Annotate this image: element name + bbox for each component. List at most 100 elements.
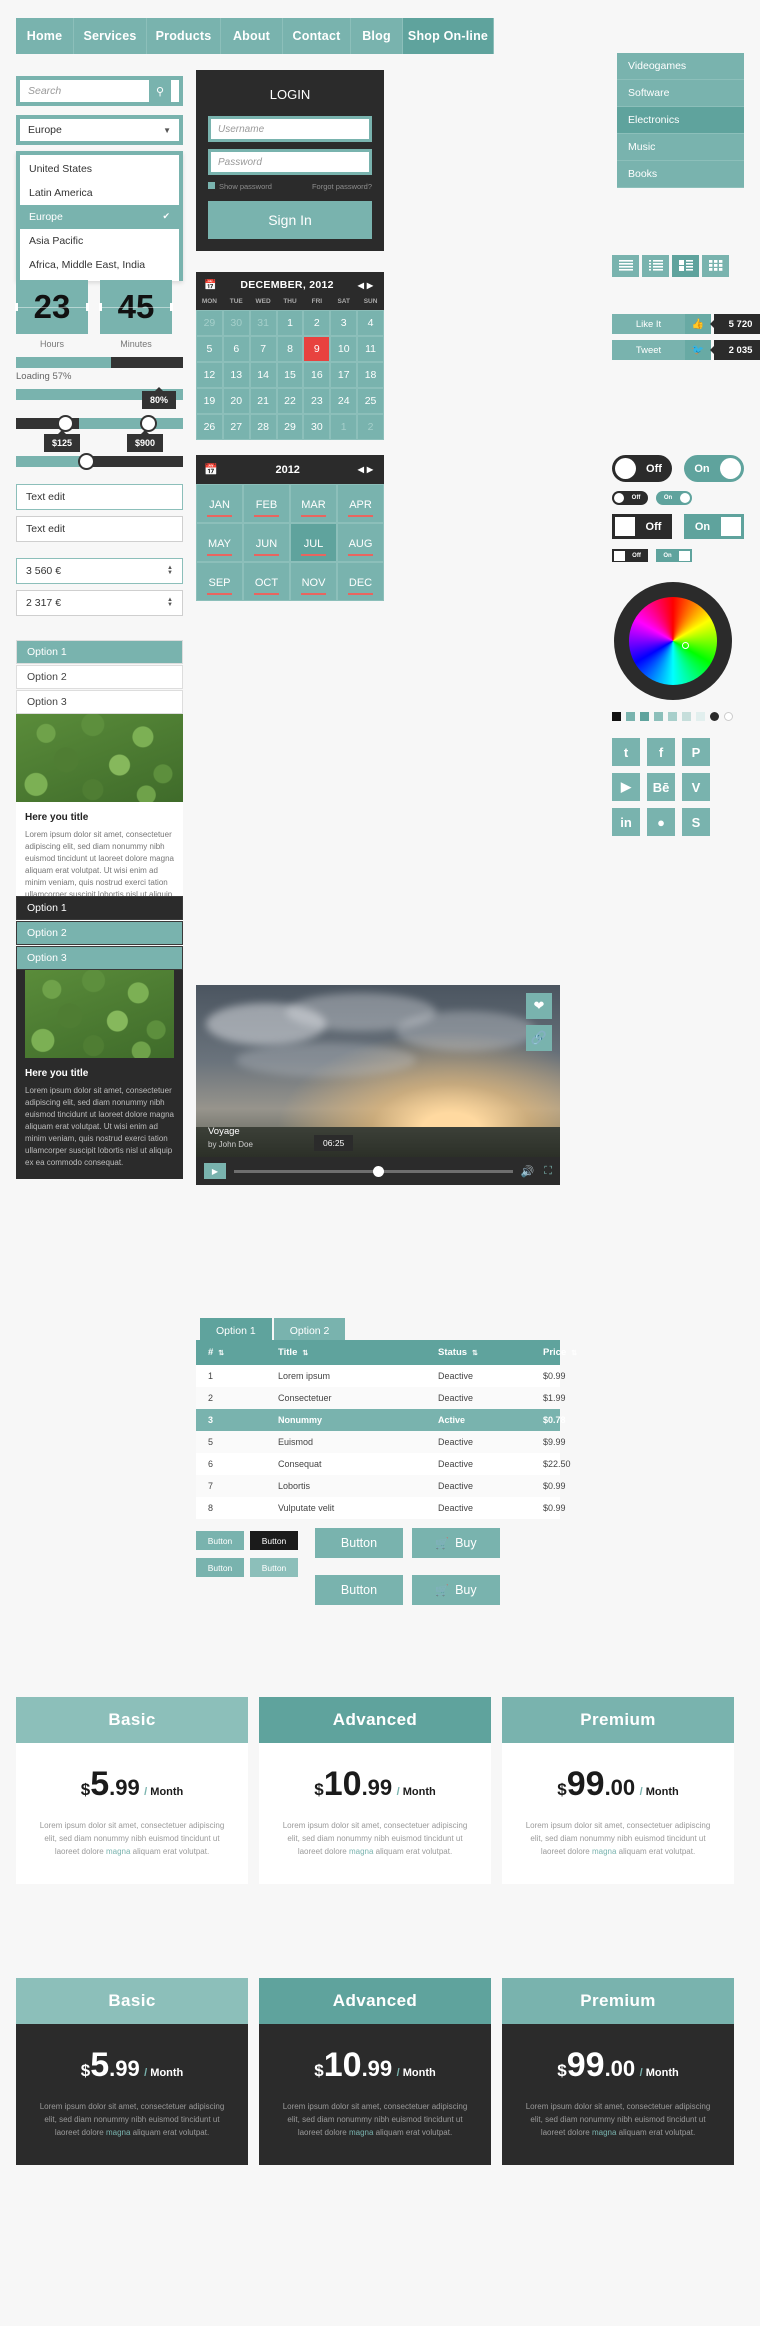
sort-icon[interactable]: ⇅ (472, 1350, 478, 1357)
vimeo-icon[interactable]: V (682, 773, 710, 801)
dropdown-option-asia-pacific[interactable]: Asia Pacific (20, 229, 179, 253)
skype-icon[interactable]: S (682, 808, 710, 836)
buy-button-2[interactable]: 🛒 Buy (412, 1528, 500, 1558)
grid-icon[interactable] (702, 255, 729, 277)
calendar-day[interactable]: 30 (303, 414, 331, 440)
dropdown-option-africa-middle-east-india[interactable]: Africa, Middle East, India (20, 253, 179, 277)
thumbs-up-icon[interactable]: 👍 (685, 314, 711, 334)
toggle-off-large[interactable]: Off (612, 455, 672, 482)
list-bullet-icon[interactable] (642, 255, 669, 277)
sort-icon[interactable]: ⇅ (218, 1350, 224, 1357)
calendar-day[interactable]: 11 (357, 336, 384, 362)
nav-item-products[interactable]: Products (147, 18, 221, 54)
counter-like-it[interactable]: Like It 👍 5 720 (612, 314, 760, 334)
month-feb[interactable]: FEB (243, 484, 290, 523)
calendar-day[interactable]: 29 (196, 310, 223, 336)
calendar-day[interactable]: 23 (303, 388, 331, 414)
play-icon[interactable]: ▶ (204, 1163, 226, 1179)
text-edit-1[interactable]: Text edit (16, 484, 183, 510)
search-input[interactable]: Search (28, 85, 61, 97)
calendar-day[interactable]: 4 (357, 310, 384, 336)
sort-icon[interactable]: ⇅ (571, 1350, 577, 1357)
calendar-day[interactable]: 15 (276, 362, 304, 388)
calendar-day[interactable]: 21 (249, 388, 277, 414)
option-button-1[interactable]: Option 1 (16, 640, 183, 664)
calendar-day[interactable]: 31 (249, 310, 277, 336)
region-dropdown-open[interactable]: United States Latin America Europe ✔ Asia Pa… (16, 151, 183, 281)
dropdown-option-latin-america[interactable]: Latin America (20, 181, 179, 205)
month-apr[interactable]: APR (337, 484, 384, 523)
dribbble-icon[interactable]: ● (647, 808, 675, 836)
nav-item-shop-on-line[interactable]: Shop On-line (403, 18, 494, 54)
calendar-day[interactable]: 6 (222, 336, 250, 362)
submenu-item-electronics[interactable]: Electronics (617, 107, 744, 134)
nav-item-services[interactable]: Services (74, 18, 147, 54)
youtube-icon[interactable]: ▶ (612, 773, 640, 801)
month-oct[interactable]: OCT (243, 562, 290, 601)
color-wheel-cursor[interactable] (682, 642, 689, 649)
toggle-on-small[interactable]: On (656, 491, 692, 505)
month-may[interactable]: MAY (196, 523, 243, 562)
calendar-day[interactable]: 14 (249, 362, 277, 388)
volume-icon[interactable]: 🔊 (521, 1165, 535, 1178)
table-row[interactable]: 8 Vulputate velit Deactive $0.99 (196, 1497, 566, 1519)
calendar-day[interactable]: 27 (222, 414, 250, 440)
table-row[interactable]: 7 Lobortis Deactive $0.99 (196, 1475, 566, 1497)
password-field[interactable]: Password (208, 149, 372, 175)
calendar-day[interactable]: 19 (196, 388, 223, 414)
behance-icon[interactable]: Bē (647, 773, 675, 801)
buy-button-4[interactable]: 🛒 Buy (412, 1575, 500, 1605)
column-header-price[interactable]: Price ⇅ (543, 1347, 577, 1358)
color-swatch[interactable] (612, 712, 621, 721)
option-button-3[interactable]: Option 3 (16, 690, 183, 714)
square-toggle-on-small[interactable]: On (656, 549, 692, 562)
stepper-icon[interactable]: ▲ ▼ (167, 597, 173, 608)
column-header-status[interactable]: Status ⇅ (438, 1347, 543, 1358)
nav-item-about[interactable]: About (221, 18, 283, 54)
calendar-day[interactable]: 5 (196, 336, 223, 362)
month-jul[interactable]: JUL (290, 523, 337, 562)
sign-in-button[interactable]: Sign In (208, 201, 372, 239)
text-edit-2[interactable]: Text edit (16, 516, 183, 542)
calendar-day[interactable]: 13 (222, 362, 250, 388)
submenu-item-software[interactable]: Software (617, 80, 744, 107)
color-swatch[interactable] (682, 712, 691, 721)
number-input-2[interactable]: 2 317 € ▲ ▼ (16, 590, 183, 616)
pinterest-icon[interactable]: P (682, 738, 710, 766)
calendar-day[interactable]: 29 (276, 414, 304, 440)
search-box[interactable]: Search ⚲ (16, 76, 183, 106)
color-swatch[interactable] (654, 712, 663, 721)
color-swatch[interactable] (640, 712, 649, 721)
calendar-day[interactable]: 2 (303, 310, 331, 336)
calendar-nav[interactable]: ◀▶ (358, 281, 376, 290)
linkedin-icon[interactable]: in (612, 808, 640, 836)
small-button-2[interactable]: Button (250, 1531, 298, 1550)
calendar-day[interactable]: 24 (330, 388, 358, 414)
search-icon[interactable]: ⚲ (149, 80, 171, 102)
small-button-4[interactable]: Button (250, 1558, 298, 1577)
calendar-day[interactable]: 18 (357, 362, 384, 388)
square-toggle-on[interactable]: On (684, 514, 744, 539)
calendar-day[interactable]: 7 (249, 336, 277, 362)
slider-1-track[interactable] (16, 418, 183, 429)
calendar-day[interactable]: 2 (357, 414, 384, 440)
calendar-day[interactable]: 3 (330, 310, 358, 336)
option-button-2[interactable]: Option 2 (16, 921, 183, 945)
color-wheel-picker[interactable] (614, 582, 732, 700)
small-button-1[interactable]: Button (196, 1531, 244, 1550)
expand-icon[interactable]: ⛶ (544, 1165, 552, 1178)
calendar-day[interactable]: 8 (276, 336, 304, 362)
nav-item-contact[interactable]: Contact (283, 18, 351, 54)
color-swatch[interactable] (696, 712, 705, 721)
twitter-icon[interactable]: t (612, 738, 640, 766)
table-row[interactable]: 1 Lorem ipsum Deactive $0.99 (196, 1365, 566, 1387)
list-thumb-icon[interactable] (672, 255, 699, 277)
calendar-day[interactable]: 12 (196, 362, 223, 388)
dropdown-option-europe[interactable]: Europe ✔ (20, 205, 179, 229)
month-dec[interactable]: DEC (337, 562, 384, 601)
button-1[interactable]: Button (315, 1528, 403, 1558)
option-button-1[interactable]: Option 1 (16, 896, 183, 920)
button-3[interactable]: Button (315, 1575, 403, 1605)
month-nov[interactable]: NOV (290, 562, 337, 601)
slider-3-track[interactable] (16, 456, 183, 467)
